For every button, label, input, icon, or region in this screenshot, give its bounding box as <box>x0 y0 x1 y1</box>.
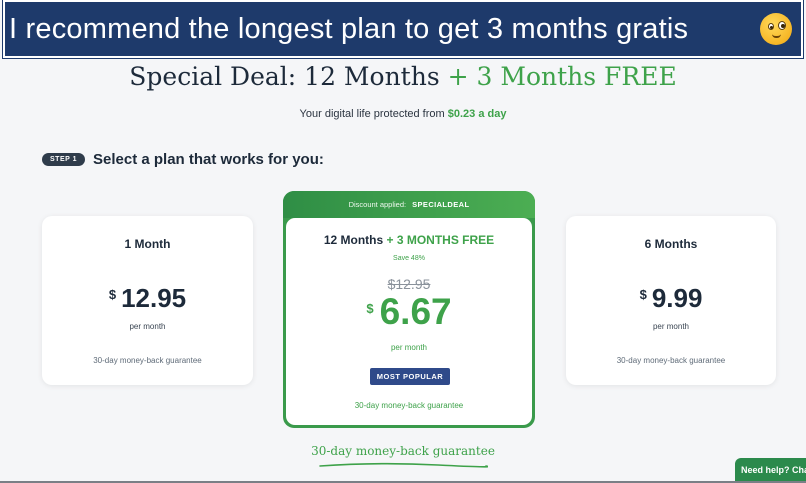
plan-name: 12 Months + 3 MONTHS FREE <box>286 233 532 247</box>
currency-symbol: $ <box>639 287 647 302</box>
most-popular-badge: MOST POPULAR <box>370 368 450 385</box>
guarantee-text: 30-day money-back guarantee <box>354 401 464 410</box>
price-row: $ 6.67 <box>286 291 532 333</box>
featured-card-body: 12 Months + 3 MONTHS FREE Save 48% $12.9… <box>286 218 532 425</box>
old-price: $12.95 <box>387 276 431 292</box>
plan-card-6-months[interactable]: 6 Months $ 9.99 per month 30-day money-b… <box>566 216 776 385</box>
price-row: $ 9.99 <box>566 283 776 314</box>
winking-face-icon <box>760 13 792 45</box>
guarantee-text: 30-day money-back guarantee <box>616 356 726 365</box>
price-row: $ 12.95 <box>42 283 253 314</box>
plan-card-12-months[interactable]: Discount applied: SPECIALDEAL 12 Months … <box>283 191 535 428</box>
headline-highlight: + 3 Months FREE <box>447 62 677 91</box>
price-amount: 12.95 <box>121 283 187 313</box>
page-subline: Your digital life protected from $0.23 a… <box>0 108 806 120</box>
step-header: STEP 1 Select a plan that works for you: <box>42 151 324 168</box>
subline-price: $0.23 a day <box>447 108 507 120</box>
price-period: per month <box>390 343 428 352</box>
need-help-chat-button[interactable]: Need help? Cha <box>735 458 806 483</box>
discount-banner: Discount applied: SPECIALDEAL <box>283 191 535 218</box>
price-amount: 6.67 <box>379 291 452 332</box>
plan-bonus: + 3 MONTHS FREE <box>386 233 495 247</box>
plan-name: 6 Months <box>644 237 698 251</box>
headline-main: Special Deal: 12 Months <box>129 62 440 91</box>
subline-text: Your digital life protected from <box>299 108 445 120</box>
bottom-guarantee: 30-day money-back guarantee <box>311 444 495 458</box>
step-pill: STEP 1 <box>42 153 85 166</box>
plan-card-1-month[interactable]: 1 Month $ 12.95 per month 30-day money-b… <box>42 216 253 385</box>
page-headline: Special Deal: 12 Months + 3 Months FREE <box>0 62 806 91</box>
plan-name: 1 Month <box>124 237 171 251</box>
banner-text: I recommend the longest plan to get 3 mo… <box>9 12 689 45</box>
price-period: per month <box>652 322 690 331</box>
save-text: Save 48% <box>393 255 425 262</box>
plan-name-main: 12 Months <box>323 233 384 247</box>
annotation-banner: I recommend the longest plan to get 3 mo… <box>2 0 804 59</box>
discount-label: Discount applied: <box>348 200 407 209</box>
step-title: Select a plan that works for you: <box>93 151 324 168</box>
price-period: per month <box>129 322 166 331</box>
guarantee-text: 30-day money-back guarantee <box>93 356 202 365</box>
currency-symbol: $ <box>108 287 117 302</box>
currency-symbol: $ <box>366 301 374 316</box>
discount-code: SPECIALDEAL <box>412 200 470 209</box>
price-amount: 9.99 <box>651 283 703 313</box>
underline-swoosh <box>319 462 488 468</box>
